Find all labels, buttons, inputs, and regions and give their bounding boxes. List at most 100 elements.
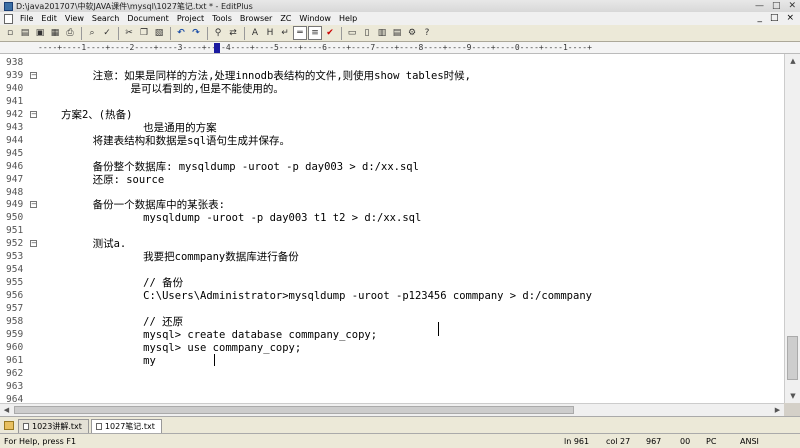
editor-line[interactable]: 952− 测试a. bbox=[0, 238, 784, 250]
doc-restore-icon[interactable]: □ bbox=[770, 13, 779, 23]
folder-icon[interactable] bbox=[4, 421, 14, 430]
editor-line[interactable]: 946 备份整个数据库: mysqldump -uroot -p day003 … bbox=[0, 161, 784, 173]
document-icon[interactable] bbox=[4, 13, 13, 24]
editor-line[interactable]: 956 C:\Users\Administrator>mysqldump -ur… bbox=[0, 290, 784, 302]
line-text: my bbox=[42, 354, 156, 367]
menu-view[interactable]: View bbox=[61, 14, 88, 23]
menu-file[interactable]: File bbox=[16, 14, 37, 23]
line-number: 953 bbox=[6, 251, 24, 263]
menu-window[interactable]: Window bbox=[295, 14, 335, 23]
tab-1023-notes[interactable]: 1023讲解.txt bbox=[18, 419, 89, 433]
vertical-scrollbar[interactable]: ▲ ▼ bbox=[784, 54, 800, 403]
horizontal-scroll-thumb[interactable] bbox=[14, 406, 574, 414]
editor-line[interactable]: 950 mysqldump -uroot -p day003 t1 t2 > d… bbox=[0, 212, 784, 224]
output-icon[interactable]: ▤ bbox=[390, 26, 404, 40]
editor-line[interactable]: 962 bbox=[0, 368, 784, 380]
window-controls: — □ ✕ bbox=[755, 1, 796, 11]
tab-1027-notes[interactable]: 1027笔记.txt bbox=[90, 419, 162, 433]
editor-line[interactable]: 941 bbox=[0, 96, 784, 108]
fold-toggle-icon[interactable]: − bbox=[30, 110, 37, 118]
text-editor[interactable]: 938 939− 注意：如果是同样的方法,处理innodb表结构的文件,则使用sh… bbox=[0, 54, 784, 403]
cliptext-icon[interactable]: ▯ bbox=[360, 26, 374, 40]
editor-line[interactable]: 960 mysql> use commpany_copy; bbox=[0, 342, 784, 354]
tab-label: 1023讲解.txt bbox=[32, 422, 82, 431]
status-char-code: 00 bbox=[680, 437, 691, 446]
directory-icon[interactable]: ▥ bbox=[375, 26, 389, 40]
maximize-icon[interactable]: □ bbox=[772, 1, 781, 11]
doc-minimize-icon[interactable]: _ bbox=[757, 13, 762, 23]
line-text: 方案2、(热备) bbox=[42, 108, 133, 121]
editor-line[interactable]: 944 将建表结构和数据是sql语句生成并保存。 bbox=[0, 135, 784, 147]
minimize-icon[interactable]: — bbox=[755, 1, 764, 11]
settings-icon[interactable]: ⚙ bbox=[405, 26, 419, 40]
help-icon[interactable]: ? bbox=[420, 26, 434, 40]
browser-icon[interactable]: ▭ bbox=[345, 26, 359, 40]
editor-line[interactable]: 958 // 还原 bbox=[0, 316, 784, 328]
replace-icon[interactable]: ⇄ bbox=[226, 26, 240, 40]
line-number-icon[interactable]: ≡ bbox=[308, 26, 322, 40]
line-text: C:\Users\Administrator>mysqldump -uroot … bbox=[42, 290, 592, 303]
editor-line[interactable]: 938 bbox=[0, 57, 784, 69]
editor-line[interactable]: 945 bbox=[0, 148, 784, 160]
file-icon bbox=[95, 423, 102, 430]
scroll-up-icon[interactable]: ▲ bbox=[785, 54, 800, 68]
copy-icon[interactable]: ❐ bbox=[137, 26, 151, 40]
menu-edit[interactable]: Edit bbox=[37, 14, 61, 23]
open-file-icon[interactable]: ▤ bbox=[18, 26, 32, 40]
editor-line[interactable]: 957 bbox=[0, 303, 784, 315]
check-icon[interactable]: ✔ bbox=[323, 26, 337, 40]
editor-line[interactable]: 943 也是通用的方案 bbox=[0, 122, 784, 134]
editor-line[interactable]: 951 bbox=[0, 225, 784, 237]
hex-icon[interactable]: H bbox=[263, 26, 277, 40]
editor-line[interactable]: 954 bbox=[0, 264, 784, 276]
editor-line[interactable]: 948 bbox=[0, 187, 784, 199]
doc-close-icon[interactable]: × bbox=[786, 13, 794, 23]
save-all-icon[interactable]: ▦ bbox=[48, 26, 62, 40]
menu-help[interactable]: Help bbox=[335, 14, 361, 23]
editor-line[interactable]: 964 bbox=[0, 394, 784, 403]
line-number: 942 bbox=[6, 108, 24, 120]
editor-line[interactable]: 947 还原: source bbox=[0, 174, 784, 186]
ruler-icon[interactable]: ═ bbox=[293, 26, 307, 40]
menu-zc[interactable]: ZC bbox=[276, 14, 295, 23]
vertical-scroll-thumb[interactable] bbox=[787, 336, 798, 380]
editor-line[interactable]: 955 // 备份 bbox=[0, 277, 784, 289]
new-file-icon[interactable]: ▫ bbox=[3, 26, 17, 40]
editor-line[interactable]: 961 my bbox=[0, 355, 784, 367]
editor-line[interactable]: 959 mysql> create database commpany_copy… bbox=[0, 329, 784, 341]
menu-search[interactable]: Search bbox=[88, 14, 123, 23]
scroll-down-icon[interactable]: ▼ bbox=[785, 389, 800, 403]
spellcheck-icon[interactable]: ✓ bbox=[100, 26, 114, 40]
paste-icon[interactable]: ▧ bbox=[152, 26, 166, 40]
fold-toggle-icon[interactable]: − bbox=[30, 71, 37, 79]
window-title: D:\java201707\中软JAVA课件\mysql\1027笔记.txt … bbox=[16, 1, 253, 11]
save-icon[interactable]: ▣ bbox=[33, 26, 47, 40]
menu-document[interactable]: Document bbox=[123, 14, 172, 23]
editor-line[interactable]: 963 bbox=[0, 381, 784, 393]
close-icon[interactable]: ✕ bbox=[788, 1, 796, 11]
line-number: 944 bbox=[6, 134, 24, 146]
line-number: 954 bbox=[6, 264, 24, 276]
menu-tools[interactable]: Tools bbox=[208, 14, 236, 23]
print-preview-icon[interactable]: ⌕ bbox=[85, 26, 99, 40]
cut-icon[interactable]: ✂ bbox=[122, 26, 136, 40]
undo-icon[interactable]: ↶ bbox=[174, 26, 188, 40]
find-icon[interactable]: ⚲ bbox=[211, 26, 225, 40]
editor-line[interactable]: 940 是可以看到的,但是不能使用的。 bbox=[0, 83, 784, 95]
menu-browser[interactable]: Browser bbox=[236, 14, 276, 23]
print-icon[interactable]: ⎙ bbox=[63, 26, 77, 40]
horizontal-scrollbar[interactable]: ◀ ▶ bbox=[0, 403, 784, 416]
editor-line[interactable]: 953 我要把commpany数据库进行备份 bbox=[0, 251, 784, 263]
menu-project[interactable]: Project bbox=[173, 14, 208, 23]
word-wrap-icon[interactable]: ↵ bbox=[278, 26, 292, 40]
line-number: 962 bbox=[6, 367, 24, 379]
editor-line[interactable]: 939− 注意：如果是同样的方法,处理innodb表结构的文件,则使用show … bbox=[0, 70, 784, 82]
line-number: 952 bbox=[6, 238, 24, 250]
redo-icon[interactable]: ↷ bbox=[189, 26, 203, 40]
fold-toggle-icon[interactable]: − bbox=[30, 240, 37, 248]
font-size-icon[interactable]: A bbox=[248, 26, 262, 40]
editor-line[interactable]: 942− 方案2、(热备) bbox=[0, 109, 784, 121]
status-help: For Help, press F1 bbox=[4, 437, 77, 446]
editor-line[interactable]: 949− 备份一个数据库中的某张表: bbox=[0, 199, 784, 211]
fold-toggle-icon[interactable]: − bbox=[30, 201, 37, 209]
